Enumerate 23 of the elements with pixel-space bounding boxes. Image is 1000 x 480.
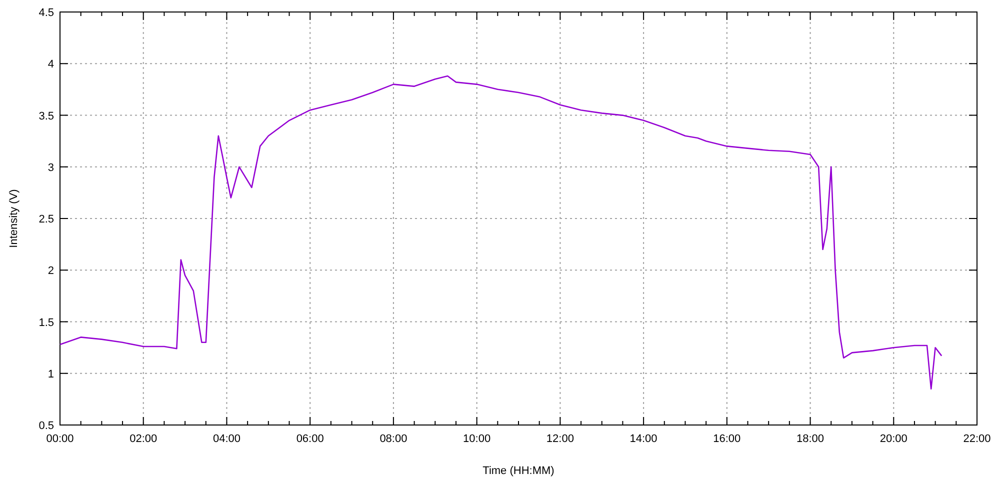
x-axis-title: Time (HH:MM) bbox=[482, 465, 554, 477]
x-tick-label: 00:00 bbox=[46, 433, 74, 445]
y-tick-label: 1 bbox=[48, 368, 54, 380]
y-tick-label: 2.5 bbox=[38, 214, 54, 226]
x-tick-label: 02:00 bbox=[130, 433, 158, 445]
x-tick-label: 08:00 bbox=[380, 433, 408, 445]
y-axis-title: Intensity (V) bbox=[8, 189, 20, 248]
x-tick-label: 04:00 bbox=[212, 433, 240, 445]
x-tick-label: 22:00 bbox=[963, 433, 991, 445]
x-tick-label: 10:00 bbox=[463, 433, 491, 445]
x-tick-label: 20:00 bbox=[880, 433, 908, 445]
y-tick-label: 3.5 bbox=[38, 110, 54, 122]
y-tick-label: 2 bbox=[48, 265, 54, 278]
x-tick-label: 06:00 bbox=[296, 433, 324, 445]
x-tick-label: 18:00 bbox=[796, 433, 824, 445]
x-tick-label: 14:00 bbox=[630, 433, 658, 445]
y-tick-label: 4 bbox=[48, 58, 54, 71]
y-tick-label: 1.5 bbox=[38, 316, 54, 329]
y-tick-label: 0.5 bbox=[38, 420, 54, 432]
y-tick-label: 4.5 bbox=[38, 7, 54, 19]
y-tick-label: 3 bbox=[48, 162, 54, 174]
x-tick-label: 12:00 bbox=[546, 433, 574, 445]
x-tick-label: 16:00 bbox=[713, 433, 741, 445]
